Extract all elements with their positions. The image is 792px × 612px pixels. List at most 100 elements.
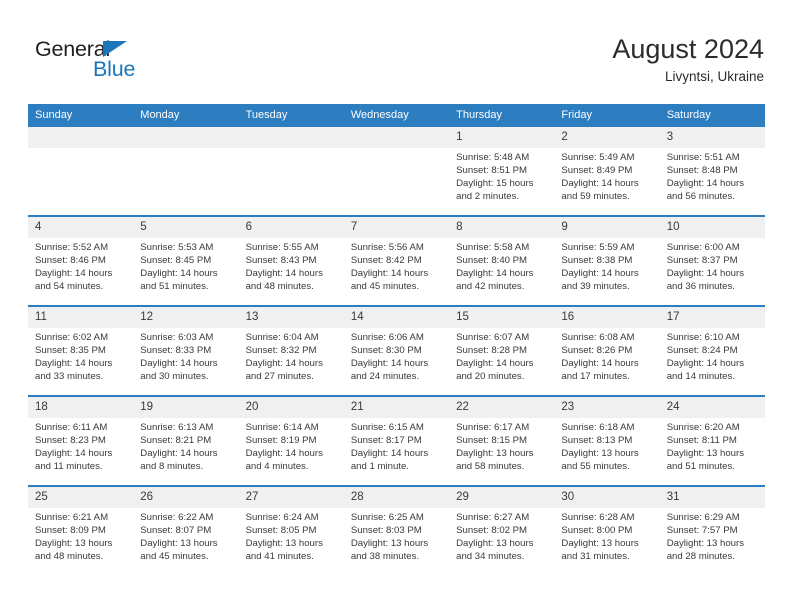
- calendar-day-cell-empty: [343, 127, 450, 216]
- day-details: Sunrise: 6:15 AM Sunset: 8:17 PM Daylight:…: [344, 418, 449, 474]
- daylight-text: Daylight: 14 hours and 39 minutes.: [561, 267, 639, 292]
- calendar-day-cell[interactable]: 20 Sunrise: 6:14 AM Sunset: 8:19 PM Dayligh…: [238, 395, 344, 486]
- calendar-day-cell[interactable]: 3 Sunrise: 5:51 AM Sunset: 8:48 PM Daylight…: [659, 127, 765, 216]
- sunset-text: Sunset: 8:26 PM: [561, 344, 633, 356]
- sunrise-text: Sunrise: 6:20 AM: [666, 422, 740, 433]
- day-number: [133, 127, 239, 148]
- calendar-day-cell[interactable]: 28 Sunrise: 6:25 AM Sunset: 8:03 PM Dayligh…: [343, 485, 450, 575]
- sunset-text: Sunset: 8:05 PM: [245, 524, 317, 536]
- day-details: Sunrise: 5:59 AM Sunset: 8:38 PM Daylight:…: [554, 238, 659, 294]
- calendar-day-cell[interactable]: 7 Sunrise: 5:56 AM Sunset: 8:42 PM Daylight…: [343, 215, 450, 306]
- weekday-header-saturday: Saturday: [659, 104, 765, 127]
- daylight-text: Daylight: 14 hours and 8 minutes.: [140, 447, 218, 472]
- calendar-day-cell[interactable]: 8 Sunrise: 5:58 AM Sunset: 8:40 PM Daylight…: [449, 215, 555, 306]
- daylight-text: Daylight: 15 hours and 2 minutes.: [456, 177, 534, 202]
- calendar-day-cell[interactable]: 5 Sunrise: 5:53 AM Sunset: 8:45 PM Daylight…: [133, 215, 239, 306]
- day-number: 23: [554, 397, 660, 418]
- calendar-day-cell[interactable]: 21 Sunrise: 6:15 AM Sunset: 8:17 PM Dayligh…: [343, 395, 450, 486]
- day-number: 14: [343, 307, 450, 328]
- sunrise-text: Sunrise: 5:56 AM: [350, 242, 424, 253]
- sunset-text: Sunset: 8:00 PM: [561, 524, 633, 536]
- calendar-day-cell[interactable]: 26 Sunrise: 6:22 AM Sunset: 8:07 PM Dayligh…: [133, 485, 239, 575]
- weekday-header-sunday: Sunday: [28, 104, 134, 127]
- day-number: [343, 127, 450, 148]
- calendar-day-cell[interactable]: 12 Sunrise: 6:03 AM Sunset: 8:33 PM Dayligh…: [133, 305, 239, 396]
- calendar-day-cell[interactable]: 18 Sunrise: 6:11 AM Sunset: 8:23 PM Dayligh…: [28, 395, 134, 486]
- calendar-day-cell[interactable]: 15 Sunrise: 6:07 AM Sunset: 8:28 PM Dayligh…: [449, 305, 555, 396]
- sunrise-text: Sunrise: 6:06 AM: [350, 332, 424, 343]
- calendar-week-row: 1 Sunrise: 5:48 AM Sunset: 8:51 PM Daylight…: [28, 127, 765, 216]
- calendar-day-cell[interactable]: 10 Sunrise: 6:00 AM Sunset: 8:37 PM Dayligh…: [659, 215, 765, 306]
- sunset-text: Sunset: 8:51 PM: [456, 164, 528, 176]
- calendar-day-cell[interactable]: 16 Sunrise: 6:08 AM Sunset: 8:26 PM Dayligh…: [554, 305, 660, 396]
- weekday-header-thursday: Thursday: [449, 104, 555, 127]
- day-details: Sunrise: 6:29 AM Sunset: 7:57 PM Daylight:…: [660, 508, 765, 564]
- sunrise-text: Sunrise: 6:28 AM: [561, 512, 635, 523]
- daylight-text: Daylight: 14 hours and 36 minutes.: [666, 267, 745, 292]
- calendar-day-cell[interactable]: 4 Sunrise: 5:52 AM Sunset: 8:46 PM Daylight…: [28, 215, 134, 306]
- calendar-day-cell[interactable]: 23 Sunrise: 6:18 AM Sunset: 8:13 PM Dayligh…: [554, 395, 660, 486]
- daylight-text: Daylight: 14 hours and 56 minutes.: [666, 177, 745, 202]
- weekday-header-tuesday: Tuesday: [238, 104, 344, 127]
- day-number: 4: [28, 217, 134, 238]
- day-details: Sunrise: 5:58 AM Sunset: 8:40 PM Daylight:…: [449, 238, 554, 294]
- sunrise-text: Sunrise: 5:48 AM: [456, 152, 530, 163]
- calendar-day-cell[interactable]: 30 Sunrise: 6:28 AM Sunset: 8:00 PM Dayligh…: [554, 485, 660, 575]
- calendar-day-cell[interactable]: 6 Sunrise: 5:55 AM Sunset: 8:43 PM Daylight…: [238, 215, 344, 306]
- day-details: Sunrise: 5:52 AM Sunset: 8:46 PM Daylight:…: [28, 238, 133, 294]
- title-block: August 2024 Livyntsi, Ukraine: [612, 33, 764, 87]
- sunset-text: Sunset: 8:48 PM: [666, 164, 738, 176]
- calendar-day-cell[interactable]: 25 Sunrise: 6:21 AM Sunset: 8:09 PM Dayligh…: [28, 485, 134, 575]
- calendar-day-cell[interactable]: 9 Sunrise: 5:59 AM Sunset: 8:38 PM Daylight…: [554, 215, 660, 306]
- sunrise-text: Sunrise: 6:13 AM: [140, 422, 214, 433]
- day-details: Sunrise: 5:48 AM Sunset: 8:51 PM Daylight:…: [449, 148, 554, 204]
- daylight-text: Daylight: 14 hours and 4 minutes.: [245, 447, 323, 472]
- calendar-day-cell[interactable]: 19 Sunrise: 6:13 AM Sunset: 8:21 PM Dayligh…: [133, 395, 239, 486]
- calendar-day-cell[interactable]: 22 Sunrise: 6:17 AM Sunset: 8:15 PM Dayligh…: [449, 395, 555, 486]
- sunrise-text: Sunrise: 5:53 AM: [140, 242, 214, 253]
- sunset-text: Sunset: 8:35 PM: [35, 344, 106, 356]
- calendar-day-cell[interactable]: 11 Sunrise: 6:02 AM Sunset: 8:35 PM Dayligh…: [28, 305, 134, 396]
- sunset-text: Sunset: 8:28 PM: [456, 344, 528, 356]
- sunrise-text: Sunrise: 5:59 AM: [561, 242, 635, 253]
- sunrise-text: Sunrise: 6:22 AM: [140, 512, 214, 523]
- day-details: Sunrise: 6:22 AM Sunset: 8:07 PM Daylight:…: [133, 508, 238, 564]
- sunrise-text: Sunrise: 5:52 AM: [35, 242, 109, 253]
- calendar-body: 1 Sunrise: 5:48 AM Sunset: 8:51 PM Daylight…: [28, 127, 765, 575]
- daylight-text: Daylight: 13 hours and 51 minutes.: [666, 447, 745, 472]
- day-details: Sunrise: 6:00 AM Sunset: 8:37 PM Daylight:…: [660, 238, 765, 294]
- sunset-text: Sunset: 8:40 PM: [456, 254, 528, 266]
- day-number: 21: [343, 397, 450, 418]
- calendar-day-cell[interactable]: 2 Sunrise: 5:49 AM Sunset: 8:49 PM Daylight…: [554, 127, 660, 216]
- day-number: 25: [28, 487, 134, 508]
- sunset-text: Sunset: 8:33 PM: [140, 344, 212, 356]
- day-details: Sunrise: 6:28 AM Sunset: 8:00 PM Daylight:…: [554, 508, 659, 564]
- day-details: Sunrise: 6:21 AM Sunset: 8:09 PM Daylight:…: [28, 508, 133, 564]
- sunrise-text: Sunrise: 6:00 AM: [666, 242, 740, 253]
- daylight-text: Daylight: 13 hours and 55 minutes.: [561, 447, 639, 472]
- daylight-text: Daylight: 14 hours and 33 minutes.: [35, 357, 113, 382]
- day-number: [238, 127, 344, 148]
- calendar-day-cell[interactable]: 29 Sunrise: 6:27 AM Sunset: 8:02 PM Dayligh…: [449, 485, 555, 575]
- page-title: August 2024: [612, 34, 764, 64]
- calendar-day-cell[interactable]: 1 Sunrise: 5:48 AM Sunset: 8:51 PM Daylight…: [449, 127, 555, 216]
- calendar-day-cell[interactable]: 31 Sunrise: 6:29 AM Sunset: 7:57 PM Dayligh…: [659, 485, 765, 575]
- sunrise-sunset-calendar: Sunday Monday Tuesday Wednesday Thursday Frid…: [28, 104, 765, 575]
- daylight-text: Daylight: 14 hours and 24 minutes.: [350, 357, 429, 382]
- calendar-page: General Blue August 2024 Livyntsi, Ukrai…: [0, 0, 792, 612]
- day-number: 8: [449, 217, 555, 238]
- sunset-text: Sunset: 8:30 PM: [350, 344, 422, 356]
- calendar-day-cell[interactable]: 17 Sunrise: 6:10 AM Sunset: 8:24 PM Dayligh…: [659, 305, 765, 396]
- sunset-text: Sunset: 8:13 PM: [561, 434, 633, 446]
- sunset-text: Sunset: 8:37 PM: [666, 254, 738, 266]
- calendar-day-cell[interactable]: 13 Sunrise: 6:04 AM Sunset: 8:32 PM Dayligh…: [238, 305, 344, 396]
- day-details: Sunrise: 6:10 AM Sunset: 8:24 PM Daylight:…: [660, 328, 765, 384]
- calendar-day-cell[interactable]: 27 Sunrise: 6:24 AM Sunset: 8:05 PM Dayligh…: [238, 485, 344, 575]
- sunset-text: Sunset: 7:57 PM: [666, 524, 738, 536]
- daylight-text: Daylight: 13 hours and 31 minutes.: [561, 537, 639, 562]
- calendar-day-cell[interactable]: 14 Sunrise: 6:06 AM Sunset: 8:30 PM Dayligh…: [343, 305, 450, 396]
- calendar-day-cell[interactable]: 24 Sunrise: 6:20 AM Sunset: 8:11 PM Dayligh…: [659, 395, 765, 486]
- sunrise-text: Sunrise: 6:08 AM: [561, 332, 635, 343]
- day-number: 7: [343, 217, 450, 238]
- day-number: 13: [238, 307, 344, 328]
